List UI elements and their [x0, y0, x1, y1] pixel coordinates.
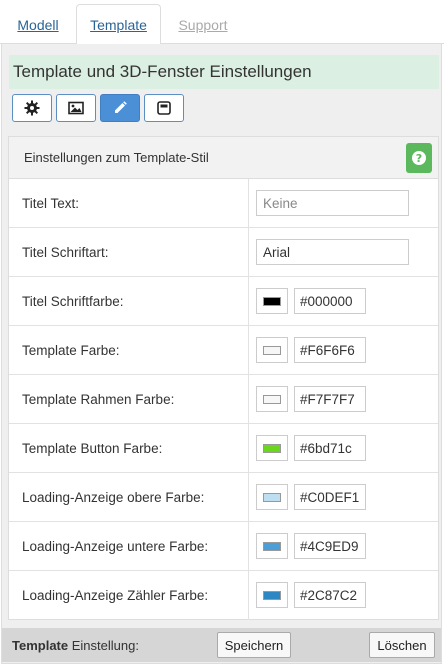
pencil-icon [115, 101, 127, 113]
gear-icon [24, 100, 40, 116]
setting-row-title-text: Titel Text: [9, 179, 438, 228]
color-picker-button[interactable] [256, 533, 288, 559]
color-picker-button[interactable] [256, 337, 288, 363]
window-button[interactable] [144, 94, 184, 122]
color-swatch [263, 590, 281, 600]
title-text-input[interactable] [256, 190, 409, 216]
color-swatch [263, 541, 281, 551]
color-swatch [263, 443, 281, 453]
color-picker-button[interactable] [256, 386, 288, 412]
column-divider [248, 326, 249, 374]
setting-label: Loading-Anzeige Zähler Farbe: [22, 588, 209, 603]
setting-label: Template Button Farbe: [22, 440, 163, 456]
color-hex-input[interactable] [294, 484, 366, 510]
window-icon [157, 101, 171, 115]
column-divider [248, 571, 249, 620]
color-swatch [263, 296, 281, 306]
color-picker-button[interactable] [256, 484, 288, 510]
color-hex-input[interactable] [294, 386, 366, 412]
setting-row-title-font: Titel Schriftart: [9, 228, 438, 277]
setting-label: Loading-Anzeige obere Farbe: [22, 489, 205, 505]
color-hex-input[interactable] [294, 337, 366, 363]
footer-bar: Template Einstellung: Speichern Löschen [2, 628, 441, 662]
column-divider [248, 473, 249, 521]
section-header: Einstellungen zum Template-Stil ? [9, 137, 438, 179]
edit-button[interactable] [100, 94, 140, 122]
tab-support[interactable]: Support [168, 4, 238, 45]
title-font-input[interactable] [256, 239, 409, 265]
column-divider [248, 375, 249, 423]
color-hex-input[interactable] [294, 533, 366, 559]
color-picker-button[interactable] [256, 288, 288, 314]
tab-modell[interactable]: Modell [6, 4, 70, 45]
setting-label: Template Rahmen Farbe: [22, 391, 175, 407]
page-title: Template und 3D-Fenster Einstellungen [9, 55, 439, 89]
settings-button[interactable] [12, 94, 52, 122]
image-button[interactable] [56, 94, 96, 122]
delete-button[interactable]: Löschen [369, 632, 435, 658]
footer-label-rest: Einstellung: [68, 637, 139, 653]
footer-label: Template Einstellung: [12, 638, 139, 653]
color-swatch [263, 492, 281, 502]
color-swatch [263, 394, 281, 404]
color-swatch [263, 345, 281, 355]
help-button[interactable]: ? [406, 143, 432, 173]
color-row: Template Button Farbe: [9, 424, 438, 473]
save-button[interactable]: Speichern [217, 632, 291, 658]
tab-bar: Modell Template Support [0, 0, 444, 45]
toolbar [12, 94, 184, 124]
color-row: Loading-Anzeige untere Farbe: [9, 522, 438, 571]
setting-label: Titel Schriftart: [22, 244, 109, 260]
settings-rows: Titel Text: Titel Schriftart: Titel Schr… [9, 179, 438, 620]
color-picker-button[interactable] [256, 435, 288, 461]
setting-label: Titel Text: [22, 195, 80, 211]
column-divider [248, 522, 249, 570]
template-panel: Template und 3D-Fenster Einstellungen Ei… [1, 44, 442, 664]
color-picker-button[interactable] [256, 582, 288, 608]
color-hex-input[interactable] [294, 288, 366, 314]
setting-label: Template Farbe: [22, 342, 120, 358]
column-divider [248, 228, 249, 276]
color-row: Loading-Anzeige Zähler Farbe: [9, 571, 438, 620]
color-row: Loading-Anzeige obere Farbe: [9, 473, 438, 522]
question-icon: ? [412, 151, 426, 165]
color-hex-input[interactable] [294, 435, 366, 461]
color-row: Template Farbe: [9, 326, 438, 375]
tab-template[interactable]: Template [76, 4, 161, 45]
setting-label: Titel Schriftfarbe: [22, 293, 124, 309]
setting-label: Loading-Anzeige untere Farbe: [22, 538, 209, 554]
column-divider [248, 277, 249, 325]
color-hex-input[interactable] [294, 582, 366, 608]
column-divider [248, 424, 249, 472]
style-settings-panel: Einstellungen zum Template-Stil ? Titel … [8, 136, 439, 620]
color-row: Template Rahmen Farbe: [9, 375, 438, 424]
footer-label-bold: Template [12, 637, 69, 653]
image-icon [68, 101, 84, 115]
color-row: Titel Schriftfarbe: [9, 277, 438, 326]
section-title: Einstellungen zum Template-Stil [24, 150, 209, 165]
column-divider [248, 179, 249, 227]
